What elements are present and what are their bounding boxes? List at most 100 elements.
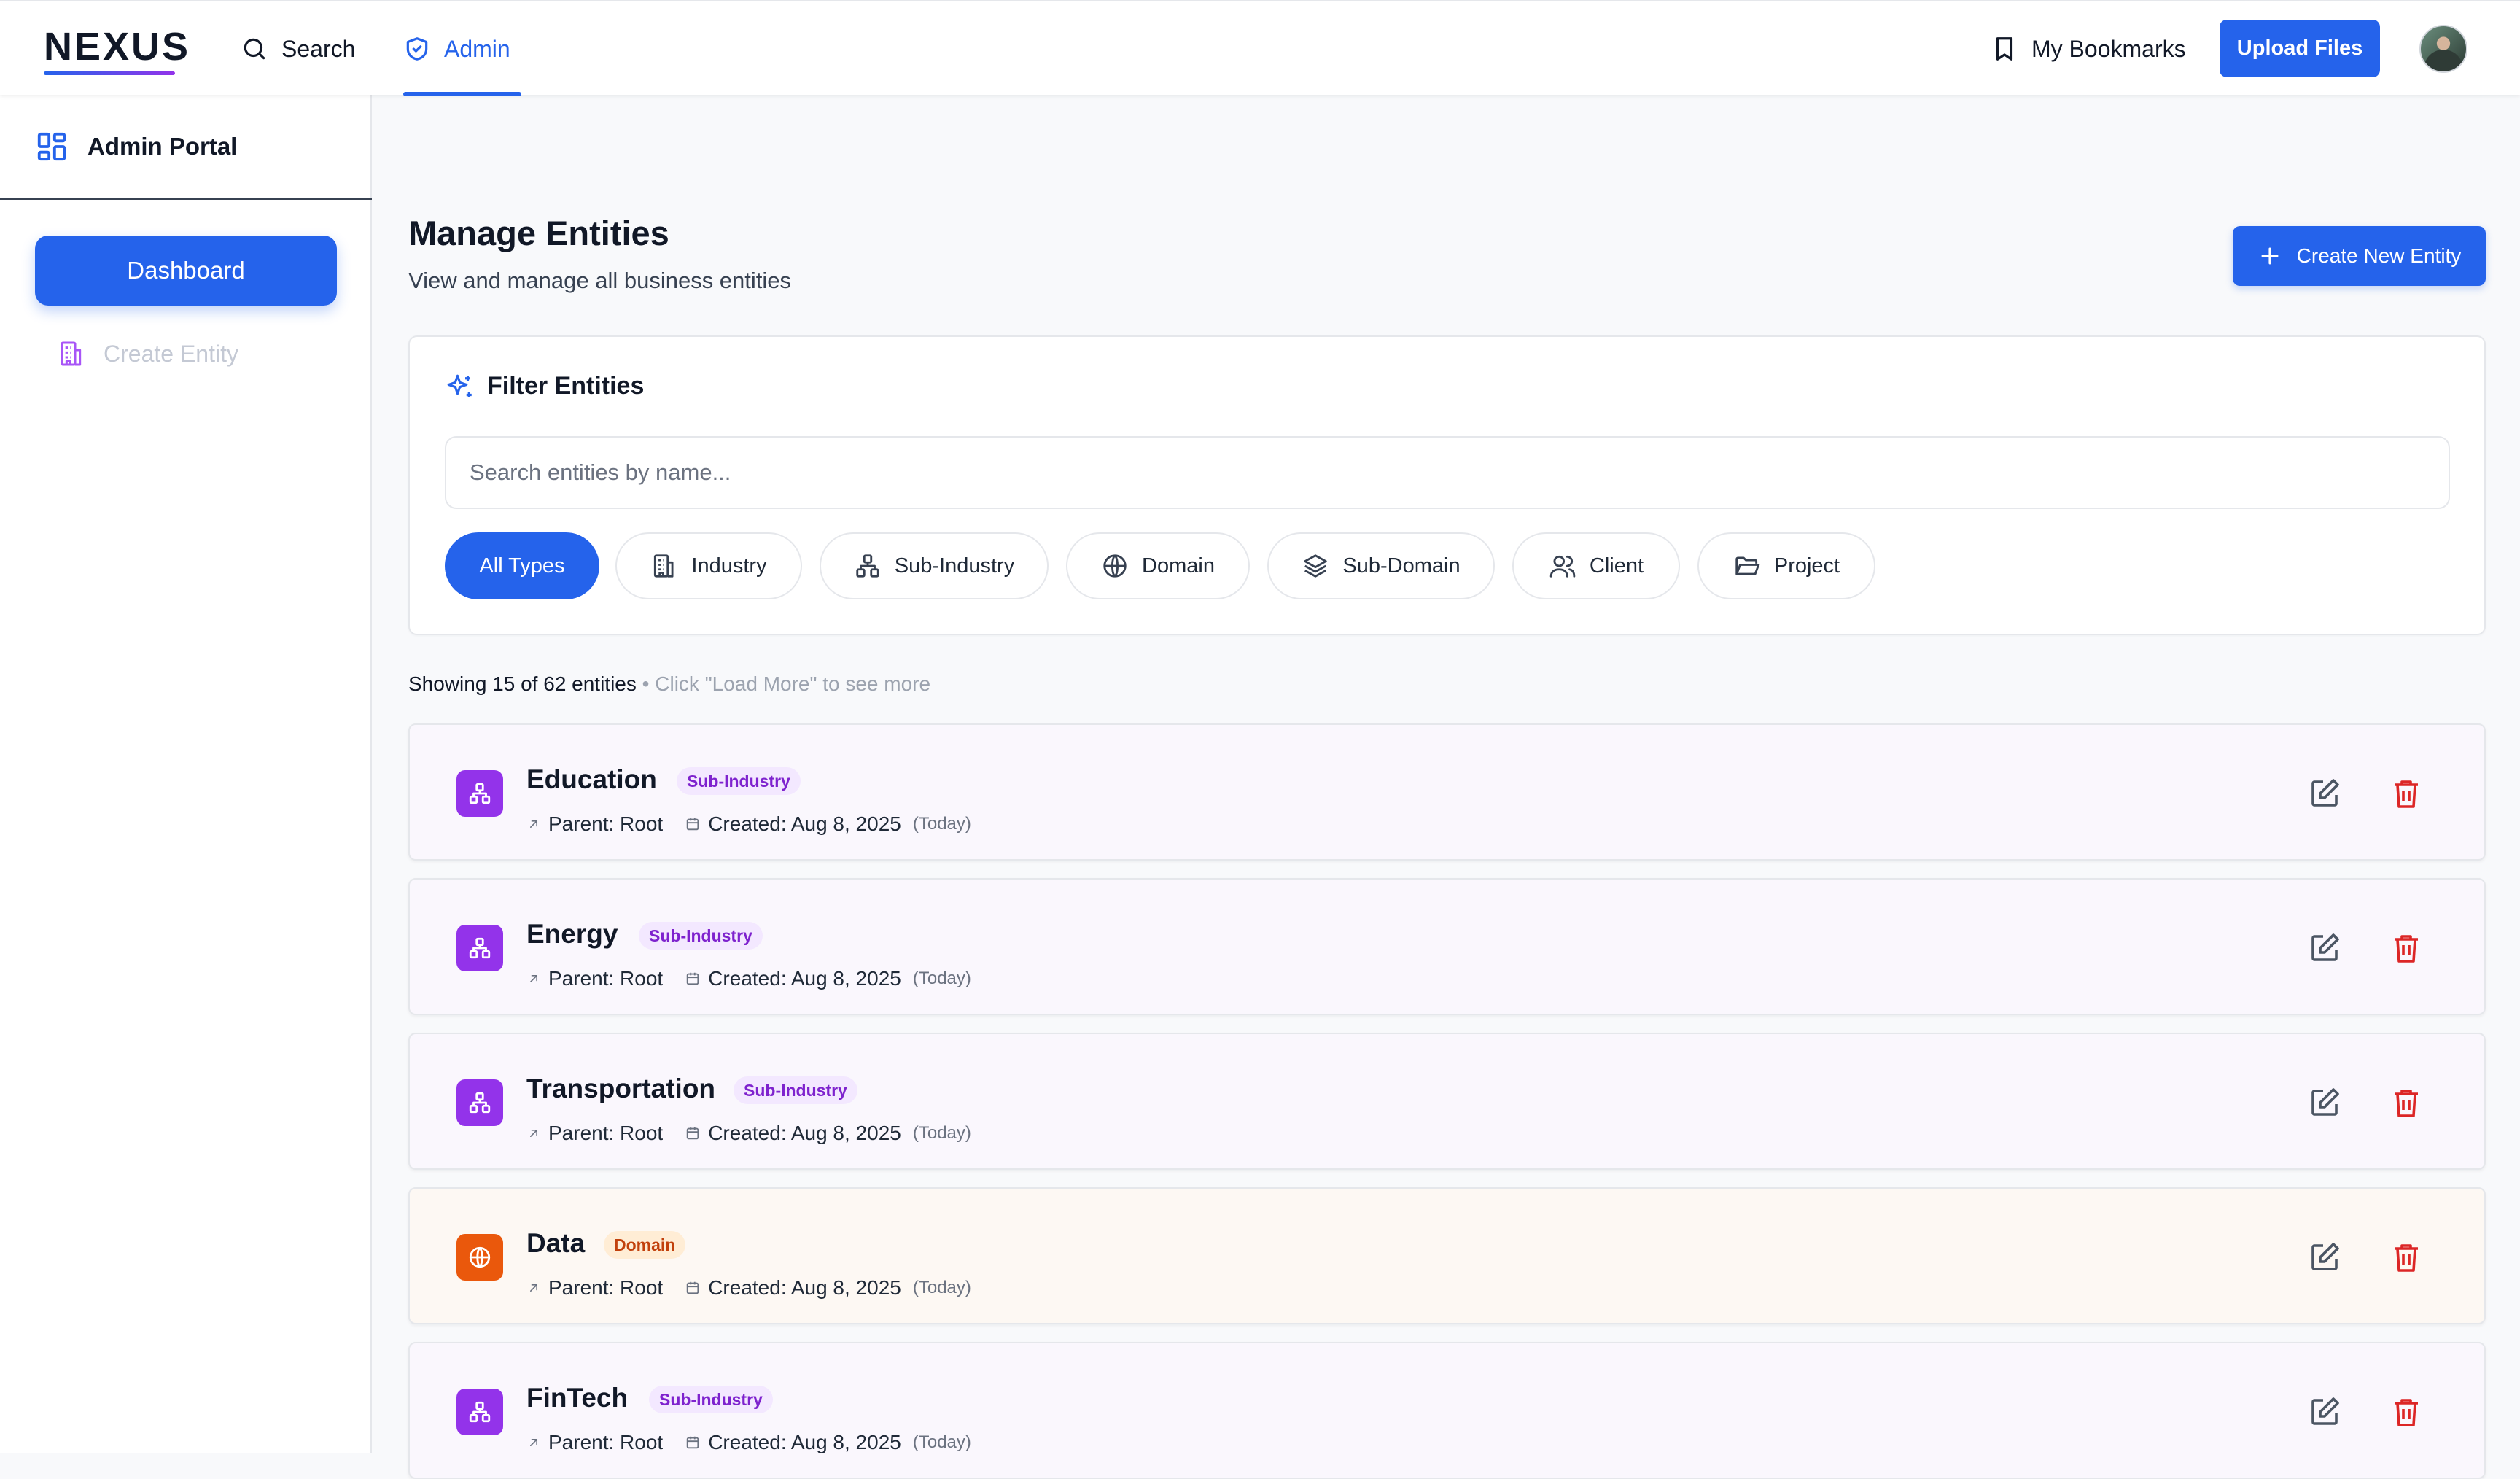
- building-icon: [650, 552, 678, 580]
- entity-meta: Parent: Root Created: Aug 8, 2025 (Today…: [526, 1429, 971, 1456]
- sidebar-item-create-entity[interactable]: Create Entity: [57, 335, 238, 372]
- calendar-icon: [685, 1435, 701, 1451]
- entity-created-relative: (Today): [912, 814, 971, 834]
- sidebar-item-label: Dashboard: [127, 257, 245, 284]
- entity-row[interactable]: Transportation Sub-Industry Parent: Root…: [408, 1033, 2486, 1170]
- edit-icon[interactable]: [2307, 1240, 2342, 1275]
- entity-created-relative: (Today): [912, 1123, 971, 1143]
- entity-created-relative: (Today): [912, 1432, 971, 1452]
- filter-chip-industry[interactable]: Industry: [615, 532, 802, 599]
- edit-icon[interactable]: [2307, 931, 2342, 966]
- entity-created: Created: Aug 8, 2025: [708, 812, 901, 835]
- chip-label: Project: [1773, 554, 1840, 578]
- avatar[interactable]: [2419, 25, 2468, 73]
- entity-meta: Parent: Root Created: Aug 8, 2025 (Today…: [526, 1275, 971, 1301]
- edit-icon[interactable]: [2307, 776, 2342, 811]
- calendar-icon: [685, 1280, 701, 1296]
- trash-icon[interactable]: [2389, 776, 2424, 811]
- arrow-up-right-icon: [526, 1126, 541, 1141]
- upload-files-button[interactable]: Upload Files: [2220, 20, 2380, 77]
- entity-name: FinTech: [526, 1383, 629, 1413]
- bookmark-icon: [1991, 35, 2018, 63]
- sidebar-item-label: Create Entity: [104, 340, 238, 367]
- entity-meta: Parent: Root Created: Aug 8, 2025 (Today…: [526, 811, 971, 837]
- entity-type-badge: Domain: [604, 1231, 686, 1259]
- building-icon: [57, 339, 86, 368]
- page-title: Manage Entities: [408, 214, 669, 252]
- entity-created: Created: Aug 8, 2025: [708, 967, 901, 990]
- chip-label: Industry: [691, 554, 767, 578]
- page-subtitle: View and manage all business entities: [408, 268, 792, 293]
- results-count-text: Showing 15 of 62 entities: [408, 672, 637, 695]
- entity-type-badge: Sub-Industry: [649, 1386, 773, 1413]
- nav-admin[interactable]: Admin: [403, 31, 510, 67]
- layers-icon: [1302, 552, 1329, 580]
- my-bookmarks-label: My Bookmarks: [2031, 35, 2186, 62]
- filter-card: Filter Entities All Types Industry Sub-I…: [408, 335, 2486, 635]
- trash-icon[interactable]: [2389, 931, 2424, 966]
- edit-icon[interactable]: [2307, 1085, 2342, 1120]
- globe-icon: [456, 1234, 503, 1281]
- filter-title: Filter Entities: [487, 372, 645, 400]
- entity-row[interactable]: Education Sub-Industry Parent: Root Crea…: [408, 723, 2486, 861]
- trash-icon[interactable]: [2389, 1394, 2424, 1429]
- calendar-icon: [685, 971, 701, 987]
- network-icon: [456, 1389, 503, 1435]
- entity-created: Created: Aug 8, 2025: [708, 1122, 901, 1144]
- nav-search-label: Search: [281, 35, 356, 62]
- app-logo[interactable]: NEXUS: [44, 25, 190, 69]
- nav-search[interactable]: Search: [241, 31, 355, 67]
- chip-label: Client: [1589, 554, 1644, 578]
- sparkles-icon: [445, 372, 475, 403]
- entity-created: Created: Aug 8, 2025: [708, 1431, 901, 1453]
- filter-chip-project[interactable]: Project: [1698, 532, 1875, 599]
- entity-row[interactable]: Energy Sub-Industry Parent: Root Created…: [408, 878, 2486, 1015]
- entity-row[interactable]: Data Domain Parent: Root Created: Aug 8,…: [408, 1187, 2486, 1324]
- entity-search-input[interactable]: [445, 436, 2450, 509]
- entity-parent: Parent: Root: [548, 967, 664, 990]
- trash-icon[interactable]: [2389, 1085, 2424, 1120]
- dashboard-grid-icon: [35, 130, 69, 163]
- calendar-icon: [685, 1125, 701, 1141]
- sidebar: Admin Portal Dashboard Create Entity: [0, 95, 372, 1453]
- entity-name: Energy: [526, 919, 618, 949]
- arrow-up-right-icon: [526, 817, 541, 831]
- entity-type-badge: Sub-Industry: [639, 922, 763, 950]
- filter-chip-client[interactable]: Client: [1512, 532, 1680, 599]
- entity-row[interactable]: FinTech Sub-Industry Parent: Root Create…: [408, 1342, 2486, 1479]
- entity-parent: Parent: Root: [548, 1431, 664, 1453]
- nav-admin-label: Admin: [444, 35, 510, 62]
- network-icon: [854, 552, 882, 580]
- entity-created-relative: (Today): [912, 1278, 971, 1297]
- chip-label: Sub-Industry: [894, 554, 1015, 578]
- entity-type-badge: Sub-Industry: [734, 1076, 858, 1104]
- nav-active-indicator: [403, 92, 521, 96]
- network-icon: [456, 925, 503, 971]
- arrow-up-right-icon: [526, 1435, 541, 1450]
- entity-name: Data: [526, 1228, 586, 1258]
- create-new-entity-label: Create New Entity: [2296, 244, 2462, 267]
- network-icon: [456, 1079, 503, 1126]
- arrow-up-right-icon: [526, 971, 541, 986]
- create-new-entity-button[interactable]: Create New Entity: [2233, 226, 2486, 286]
- trash-icon[interactable]: [2389, 1240, 2424, 1275]
- filter-chip-all-types[interactable]: All Types: [445, 532, 599, 599]
- entity-type-badge: Sub-Industry: [677, 767, 801, 795]
- filter-chip-domain[interactable]: Domain: [1066, 532, 1250, 599]
- results-count-hint: • Click "Load More" to see more: [636, 672, 931, 695]
- chip-label: All Types: [479, 554, 565, 578]
- entity-created: Created: Aug 8, 2025: [708, 1276, 901, 1299]
- chip-label: Sub-Domain: [1342, 554, 1461, 578]
- globe-icon: [1101, 552, 1129, 580]
- shield-check-icon: [403, 35, 431, 63]
- filter-chip-sub-industry[interactable]: Sub-Industry: [820, 532, 1049, 599]
- edit-icon[interactable]: [2307, 1394, 2342, 1429]
- entity-meta: Parent: Root Created: Aug 8, 2025 (Today…: [526, 1120, 971, 1146]
- filter-chip-sub-domain[interactable]: Sub-Domain: [1267, 532, 1495, 599]
- entity-parent: Parent: Root: [548, 1122, 664, 1144]
- network-icon: [456, 770, 503, 817]
- my-bookmarks-link[interactable]: My Bookmarks: [1991, 31, 2186, 67]
- search-icon: [241, 35, 268, 63]
- sidebar-item-dashboard[interactable]: Dashboard: [35, 236, 337, 306]
- calendar-icon: [685, 816, 701, 832]
